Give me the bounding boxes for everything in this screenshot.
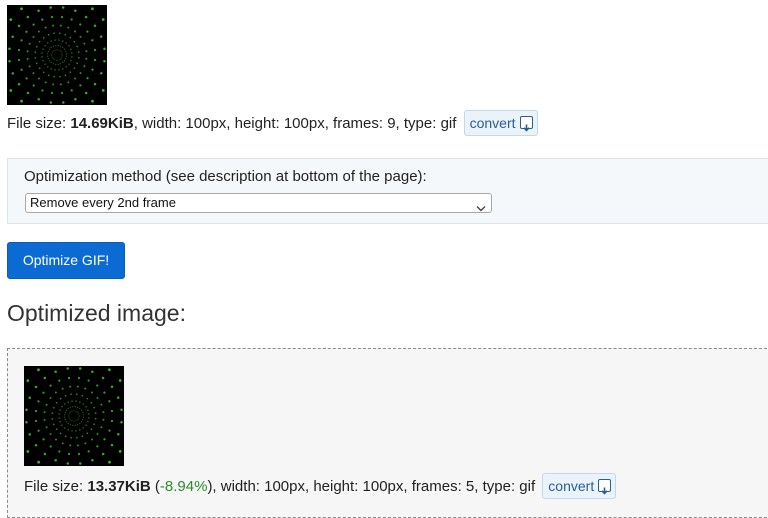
optimization-method-select[interactable]: Remove every 2nd frame bbox=[25, 193, 492, 213]
convert-button[interactable]: convert bbox=[542, 473, 617, 500]
file-size-label: File size: bbox=[7, 115, 67, 132]
optimized-image-heading: Optimized image: bbox=[7, 300, 186, 326]
tunnel-animation-image bbox=[7, 5, 107, 105]
file-size-value: 13.37KiB bbox=[87, 478, 151, 495]
optimized-gif-preview bbox=[24, 366, 124, 466]
file-dimensions-text: , width: 100px, height: 100px, frames: 9… bbox=[133, 115, 457, 132]
optimize-gif-button[interactable]: Optimize GIF! bbox=[7, 242, 125, 279]
optimization-method-panel: Optimization method (see description at … bbox=[7, 158, 768, 224]
optimized-result-box: File size: 13.37KiB (-8.94%), width: 100… bbox=[7, 348, 768, 518]
optimization-method-label: Optimization method (see description at … bbox=[24, 168, 427, 185]
chevron-down-icon bbox=[476, 199, 486, 217]
download-icon bbox=[598, 478, 612, 495]
convert-label: convert bbox=[548, 478, 595, 495]
download-icon bbox=[519, 115, 533, 132]
file-size-label: File size: bbox=[24, 478, 84, 495]
tunnel-animation-image bbox=[24, 366, 124, 466]
file-dimensions-text: ), width: 100px, height: 100px, frames: … bbox=[207, 478, 536, 495]
original-file-info: File size: 14.69KiB, width: 100px, heigh… bbox=[7, 110, 538, 138]
file-size-value: 14.69KiB bbox=[70, 115, 134, 132]
paren-open: ( bbox=[150, 478, 160, 495]
optimized-file-info: File size: 13.37KiB (-8.94%), width: 100… bbox=[24, 473, 617, 501]
original-gif-preview bbox=[7, 5, 107, 105]
size-change-percent: -8.94% bbox=[159, 478, 208, 495]
optimization-method-value: Remove every 2nd frame bbox=[30, 195, 176, 210]
convert-label: convert bbox=[469, 115, 516, 132]
convert-button[interactable]: convert bbox=[463, 110, 538, 137]
